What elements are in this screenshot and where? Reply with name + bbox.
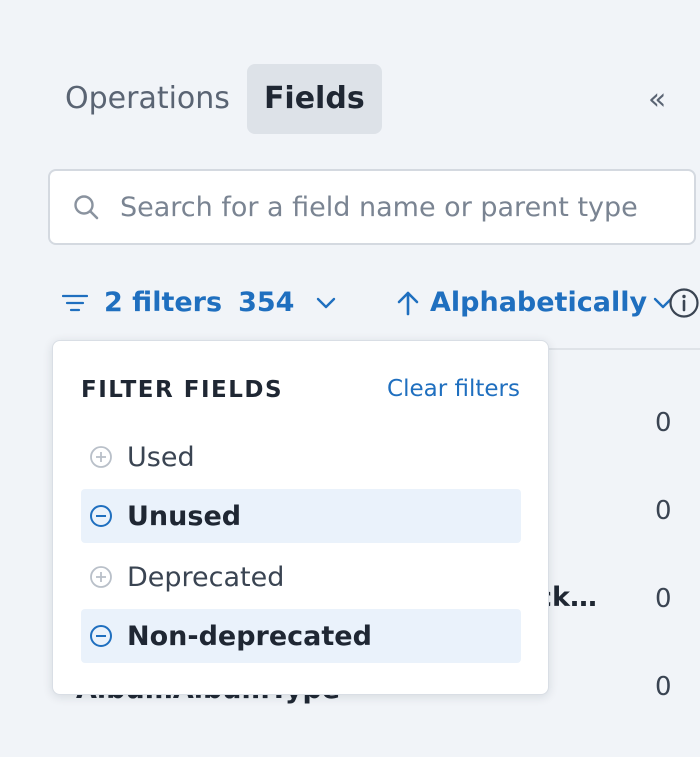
- list-toolbar: 2 filters 354 Alphabetically: [62, 281, 700, 325]
- sort-button[interactable]: Alphabetically: [396, 281, 673, 325]
- search-box: [48, 169, 696, 245]
- plus-circle-icon: [89, 445, 113, 469]
- clear-filters-link[interactable]: Clear filters: [387, 374, 520, 404]
- filter-icon: [62, 293, 88, 313]
- filter-option-label: Non-deprecated: [127, 620, 372, 652]
- usage-count: 0: [655, 672, 672, 702]
- minus-circle-icon: [89, 624, 113, 648]
- filter-option-label: Unused: [127, 500, 242, 532]
- arrow-up-icon: [396, 290, 420, 316]
- filter-option-deprecated[interactable]: Deprecated: [81, 550, 521, 604]
- list-divider: [548, 348, 700, 350]
- minus-circle-icon: [89, 504, 113, 528]
- tab-fields[interactable]: Fields: [246, 64, 382, 134]
- filter-option-label: Used: [127, 441, 195, 473]
- double-chevron-left-icon[interactable]: «: [648, 82, 666, 118]
- info-icon[interactable]: [668, 287, 700, 319]
- filters-label: 2 filters: [104, 287, 223, 318]
- results-count: 354: [238, 287, 295, 318]
- search-icon: [72, 193, 100, 221]
- field-usage-values: 0 0 0 0: [655, 405, 672, 757]
- usage-count: 0: [655, 496, 672, 526]
- tab-operations[interactable]: Operations: [48, 64, 247, 134]
- dropdown-title: FILTER FIELDS: [81, 377, 284, 403]
- usage-count: 0: [655, 584, 672, 614]
- search-input[interactable]: [118, 190, 682, 224]
- filter-option-unused[interactable]: Unused: [81, 489, 521, 543]
- chevron-down-icon: [316, 296, 336, 310]
- tab-bar: Operations Fields: [48, 64, 382, 134]
- filter-option-label: Deprecated: [127, 561, 285, 593]
- filter-option-used[interactable]: Used: [81, 430, 521, 484]
- filter-fields-dropdown: FILTER FIELDS Clear filters Used Unused: [52, 340, 549, 695]
- filter-option-non-deprecated[interactable]: Non-deprecated: [81, 609, 521, 663]
- sort-label: Alphabetically: [430, 287, 648, 318]
- plus-circle-icon: [89, 565, 113, 589]
- filters-button[interactable]: 2 filters 354: [62, 281, 336, 325]
- usage-count: 0: [655, 408, 672, 438]
